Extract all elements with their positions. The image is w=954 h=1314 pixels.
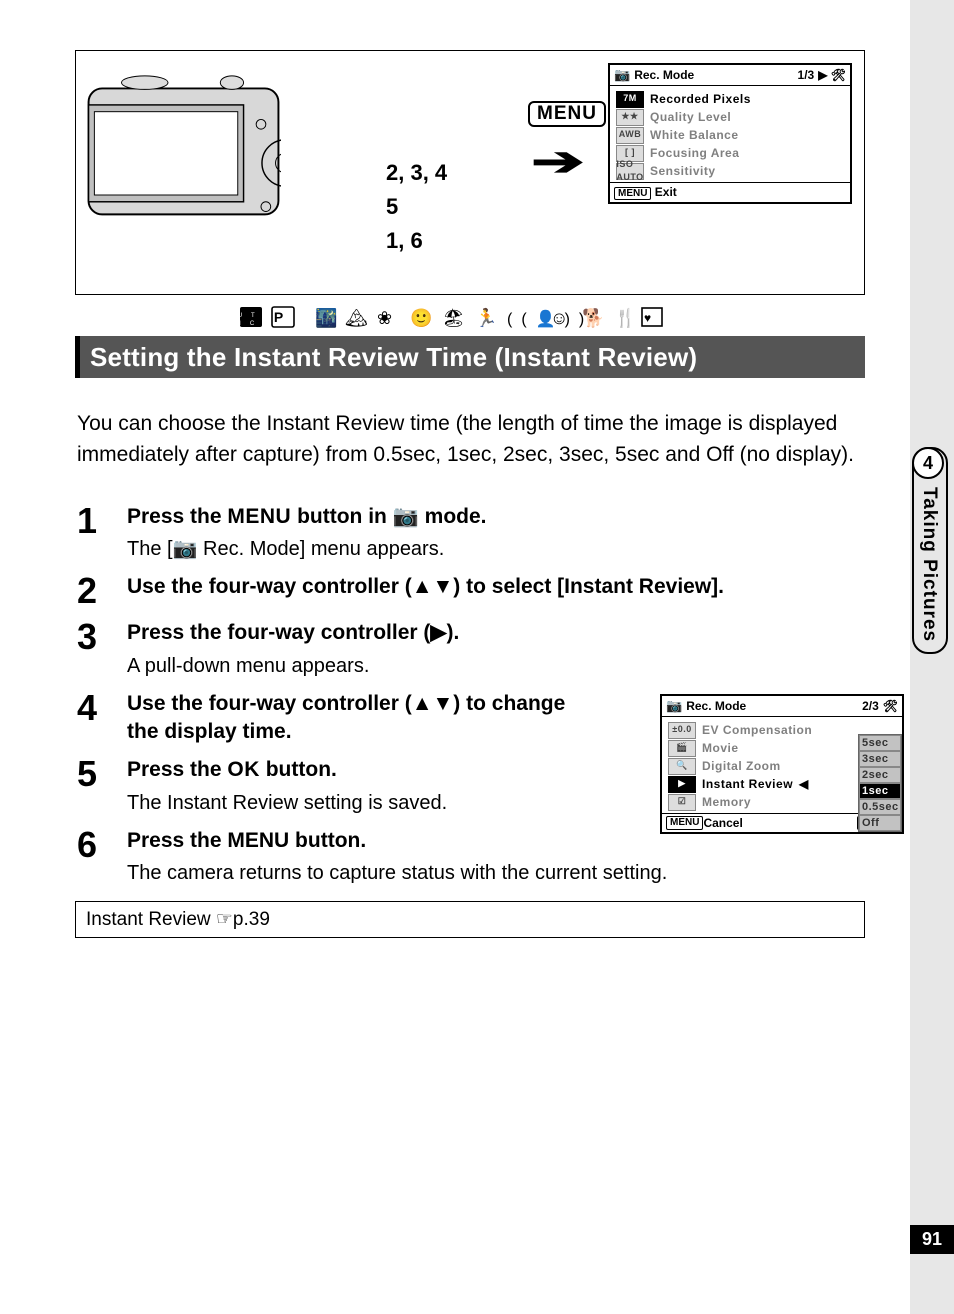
pulldown-option: Off — [859, 815, 901, 831]
menu-item-label: Recorded Pixels — [650, 90, 751, 108]
menu-item-icon: 🔍 — [668, 758, 696, 775]
menu-item-icon: AWB — [616, 127, 644, 144]
menu-item-icon: ISO AUTO — [616, 163, 644, 180]
menu-item-label: White Balance — [650, 126, 739, 144]
menu-key-label: MENU — [614, 187, 651, 200]
step-detail: The camera returns to capture status wit… — [127, 859, 865, 887]
step-number: 4 — [77, 690, 105, 747]
step-number: 6 — [77, 827, 105, 887]
menu-item-icon: 7M — [616, 91, 644, 108]
tools-icon: ▶ 🛠 — [818, 68, 846, 82]
pulldown-option: 3sec — [859, 751, 901, 767]
menu-item-label: Focusing Area — [650, 144, 739, 162]
step-body: Use the four-way controller (▲▼) to sele… — [127, 573, 865, 609]
screen-page: 1/3 — [798, 68, 815, 82]
camera-icon: 📷 — [614, 67, 630, 83]
menu-item-icon: ±0.0 — [668, 722, 696, 739]
svg-text:🍴: 🍴 — [614, 307, 645, 329]
menu-item-icon: ★★ — [616, 109, 644, 126]
step-heading: Use the four-way controller (▲▼) to chan… — [127, 690, 582, 747]
step-number: 3 — [77, 619, 105, 679]
step-heading: Press the MENU button in 📷 mode. — [127, 503, 865, 531]
section-heading: Setting the Instant Review Time (Instant… — [75, 336, 865, 378]
section-tab: 4 Taking Pictures — [912, 447, 948, 654]
menu-item: ISO AUTO Sensitivity — [616, 162, 844, 180]
screen-page: 2/3 — [862, 699, 879, 713]
menu-item-icon: ▶ — [668, 776, 696, 793]
page-number: 91 — [910, 1225, 954, 1254]
menu-item-label: Movie — [702, 739, 739, 757]
instruction-figure: 2, 3, 4 5 1, 6 MENU ➔ 📷 Rec. Mode 1/3 ▶ … — [75, 50, 865, 295]
menu-item-label: EV Compensation — [702, 721, 812, 739]
camera-screen-recmode-2: 📷 Rec. Mode 2/3 🛠 ±0.0 EV Compensation 🎬 Mo… — [660, 694, 904, 834]
svg-text:🙂: 🙂 — [410, 308, 441, 328]
menu-button-label: MENU — [528, 101, 606, 127]
screen-title: Rec. Mode — [686, 699, 746, 713]
exit-label: Exit — [655, 185, 677, 199]
svg-text:♥: ♥ — [644, 311, 660, 325]
step-body: Press the MENU button in 📷 mode. The [📷 R… — [127, 503, 865, 563]
figure-callouts: 2, 3, 4 5 1, 6 — [386, 156, 447, 258]
pulldown-option: 5sec — [859, 735, 901, 751]
cross-reference-box: Instant Review ☞p.39 — [75, 901, 865, 938]
menu-item-label: Instant Review — [702, 775, 793, 793]
arrow-right-icon: ➔ — [531, 139, 585, 185]
menu-item-label: Quality Level — [650, 108, 731, 126]
menu-item: AWB White Balance — [616, 126, 844, 144]
mode-icon-row: AUTOPICT P 🌃 🏔 ❀ 🙂 🏖 🏃 ((👤)) ☺ 🐕 🍴 ♥ — [75, 295, 865, 336]
svg-text:🐕: 🐕 — [582, 307, 613, 328]
menu-item-label: Sensitivity — [650, 162, 716, 180]
step-number: 2 — [77, 573, 105, 609]
svg-text:PICT: PICT — [240, 321, 276, 327]
menu-item: ★★ Quality Level — [616, 108, 844, 126]
svg-text:🏖: 🏖 — [442, 308, 474, 328]
svg-text:P: P — [274, 309, 292, 325]
menu-item-label: Digital Zoom — [702, 757, 781, 775]
step-heading: Press the four-way controller (▶). — [127, 619, 582, 647]
menu-item-icon: 🎬 — [668, 740, 696, 757]
pulldown-option: 2sec — [859, 767, 901, 783]
menu-item-label: Memory — [702, 793, 751, 811]
pulldown-option: 1sec — [859, 783, 901, 799]
page-sidebar: 4 Taking Pictures 91 — [910, 0, 954, 1314]
step-body: Press the MENU button.The camera returns… — [127, 827, 865, 887]
step: 3 Press the four-way controller (▶). A pul… — [77, 619, 865, 679]
callout: 5 — [386, 190, 447, 224]
step-number: 1 — [77, 503, 105, 563]
svg-text:🏃: 🏃 — [475, 307, 506, 328]
intro-paragraph: You can choose the Instant Review time (… — [75, 399, 865, 482]
callout: 1, 6 — [386, 224, 447, 258]
menu-item: [ ]Focusing Area — [616, 144, 844, 162]
menu-key-label: MENU — [666, 816, 703, 830]
svg-text:🌃: 🌃 — [315, 307, 346, 328]
step-detail: A pull-down menu appears. — [127, 652, 582, 680]
menu-item: 7M Recorded Pixels — [616, 90, 844, 108]
manual-page: 4 Taking Pictures 91 — [0, 0, 954, 1314]
camera-screen-recmode-1: 📷 Rec. Mode 1/3 ▶ 🛠 7M Recorded Pixels ★★ Q… — [608, 63, 852, 204]
step-body: Press the four-way controller (▶). A pull… — [127, 619, 582, 679]
camera-illustration — [86, 71, 281, 226]
section-label: Taking Pictures — [914, 479, 944, 652]
step-heading: Use the four-way controller (▲▼) to sele… — [127, 573, 865, 601]
callout: 2, 3, 4 — [386, 156, 447, 190]
svg-text:☺: ☺ — [550, 308, 577, 328]
tools-icon: 🛠 — [883, 699, 898, 713]
screen-title: Rec. Mode — [634, 68, 694, 82]
svg-text:❀: ❀ — [377, 308, 401, 328]
step: 2 Use the four-way controller (▲▼) to sel… — [77, 573, 865, 609]
pulldown-option: 0.5sec — [859, 799, 901, 815]
section-number: 4 — [912, 447, 944, 479]
step: 6 Press the MENU button.The camera return… — [77, 827, 865, 887]
chevron-left-icon: ◀ — [799, 775, 809, 793]
step: 1 Press the MENU button in 📷 mode. The [📷 … — [77, 503, 865, 563]
menu-item-icon: ☑ — [668, 794, 696, 811]
camera-icon: 📷 — [666, 698, 682, 714]
step-number: 5 — [77, 756, 105, 816]
cancel-label: Cancel — [703, 816, 742, 830]
review-time-pulldown: 5sec3sec2sec1sec0.5secOff — [858, 734, 902, 832]
step-detail: The [📷 Rec. Mode] menu appears. — [127, 535, 865, 563]
step-body: Use the four-way controller (▲▼) to chan… — [127, 690, 582, 747]
svg-text:🏔: 🏔 — [345, 308, 377, 328]
